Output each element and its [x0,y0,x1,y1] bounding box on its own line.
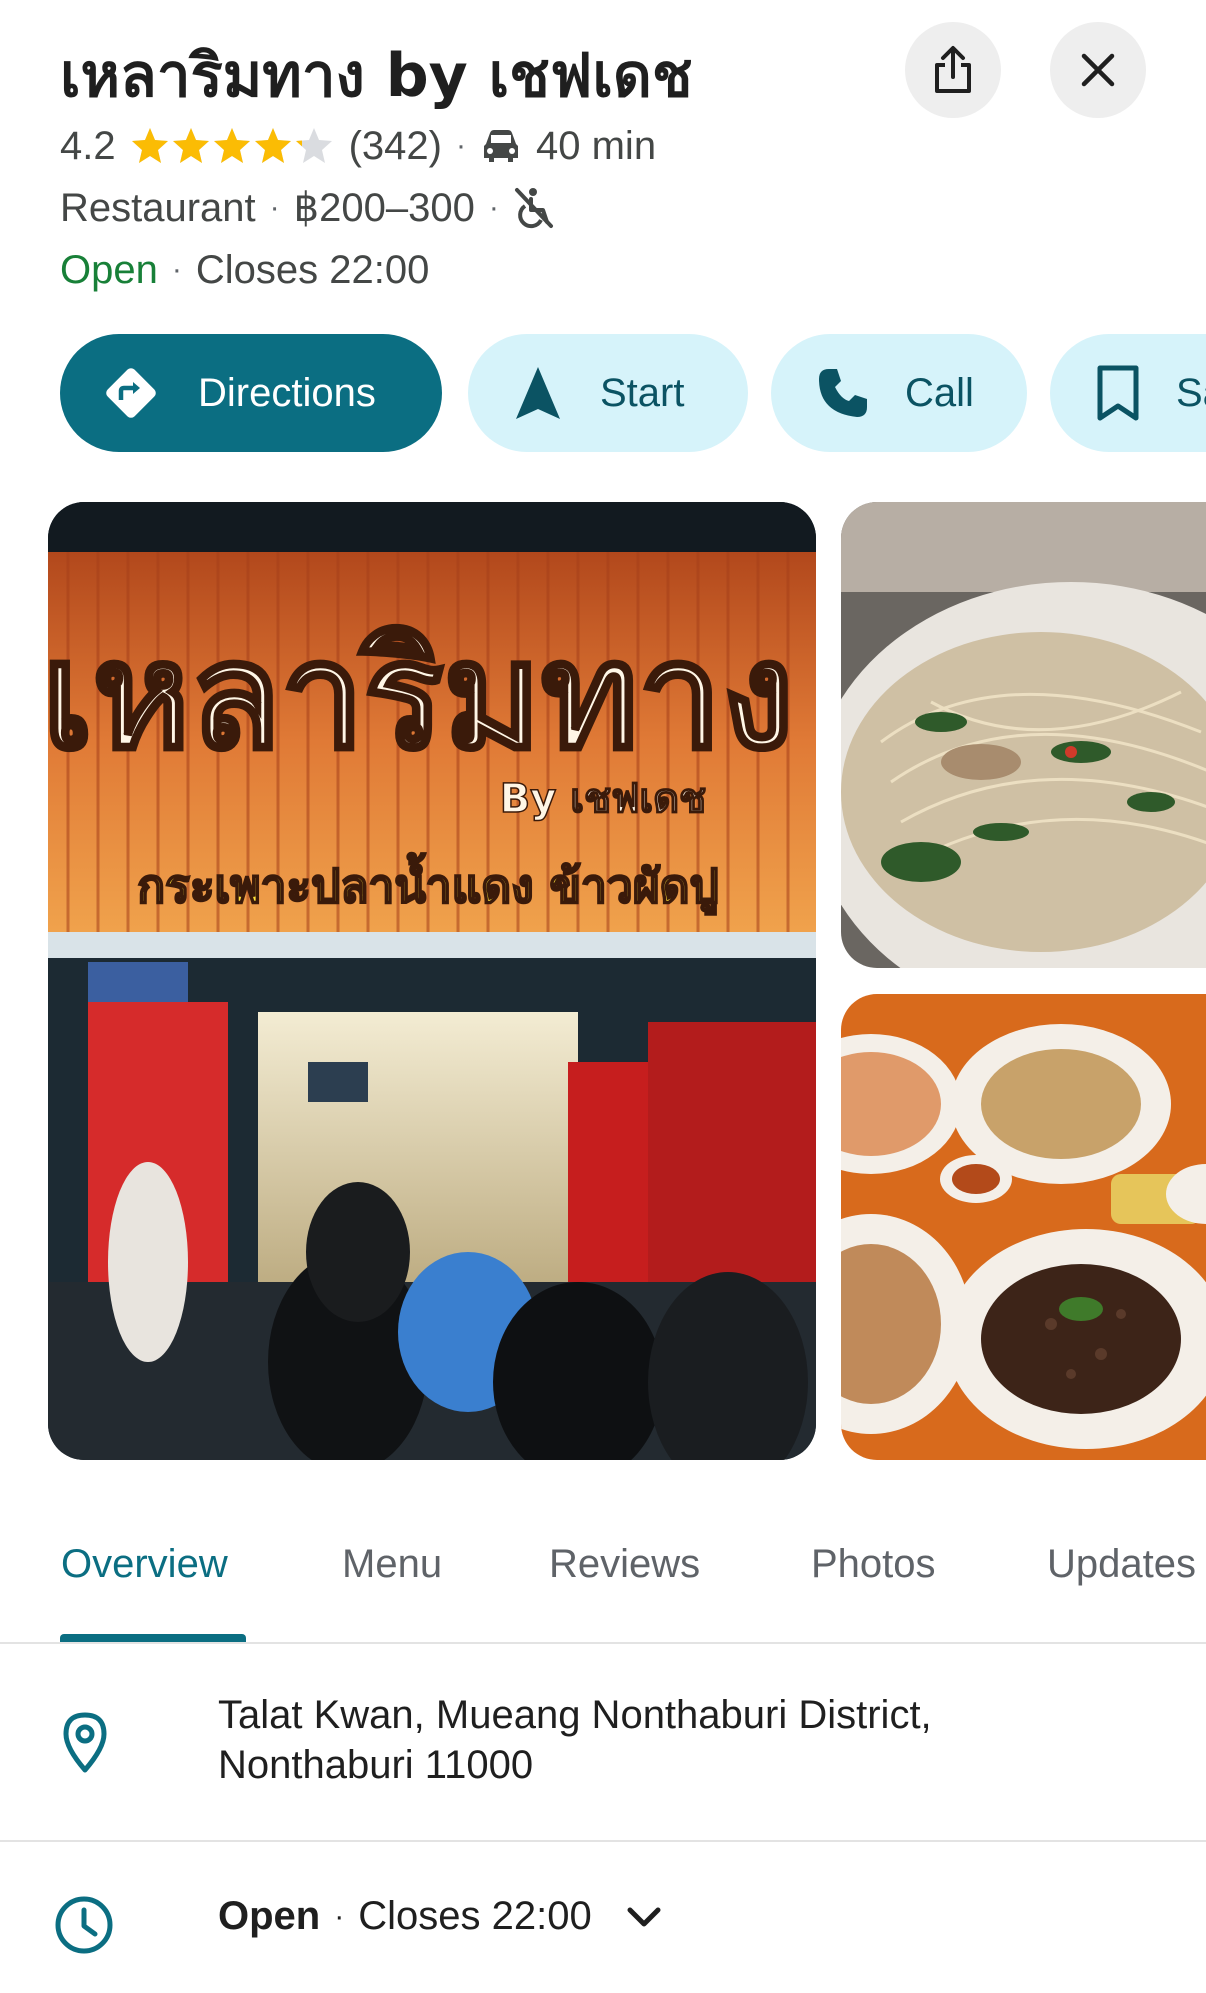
hours-summary: Open · Closes 22:00 [60,242,429,298]
separator: · [456,129,466,162]
close-icon [1081,53,1115,87]
dishes-spread-photo[interactable] [841,994,1206,1460]
hours-text: Open · Closes 22:00 [218,1894,662,1939]
star-icon [131,128,168,163]
address-text: Talat Kwan, Mueang Nonthaburi District, … [218,1690,932,1790]
directions-icon [100,362,162,424]
tab-reviews[interactable]: Reviews [549,1542,700,1587]
start-label: Start [600,370,685,415]
category: Restaurant [60,185,256,230]
dishes-spread-image [841,994,1206,1460]
storefront-photo[interactable]: เหลาริมทาง By เชฟเดช กระเพาะปลาน้ำแดง ข้… [48,502,816,1460]
directions-label: Directions [198,370,376,415]
directions-button[interactable]: Directions [60,334,442,452]
rating-value: 4.2 [60,123,116,168]
tab-overview[interactable]: Overview [61,1542,228,1587]
hours-closing-time: Closes 22:00 [358,1894,592,1938]
sign-tagline-text: กระเพาะปลาน้ำแดง ข้าวผัดปู [137,852,718,915]
close-button[interactable] [1050,22,1146,118]
navigation-arrow-icon [514,365,562,421]
hours-row[interactable]: Open · Closes 22:00 [0,1842,1206,1993]
tab-bar: Overview Menu Reviews Photos Updates [0,1510,1206,1644]
place-title: เหลาริมทาง by เชฟเดช [60,41,693,111]
call-label: Call [905,370,974,415]
clock-icon [55,1896,113,1954]
not-wheelchair-accessible-icon [514,188,553,229]
storefront-image: เหลาริมทาง By เชฟเดช กระเพาะปลาน้ำแดง ข้… [48,502,816,1460]
price-range: ฿200–300 [293,186,475,230]
phone-icon [815,365,871,421]
chevron-down-icon[interactable] [626,1906,662,1928]
star-icon [254,128,291,163]
sign-sub-text: By เชฟเดช [500,776,706,822]
location-pin-icon [63,1712,107,1773]
tab-updates[interactable]: Updates [1047,1542,1196,1587]
address-line-2: Nonthaburi 11000 [218,1743,534,1787]
address-row[interactable]: Talat Kwan, Mueang Nonthaburi District, … [0,1644,1206,1842]
call-button[interactable]: Call [771,334,1027,452]
tab-photos[interactable]: Photos [811,1542,936,1587]
open-status: Open [60,247,158,292]
bookmark-icon [1094,364,1142,422]
noodle-dish-image [841,502,1206,968]
travel-time: 40 min [536,123,657,168]
sign-main-text: เหลาริมทาง [48,610,794,782]
separator: · [269,191,280,224]
rating-row: 4.2 (342) · 40 min [60,118,656,174]
review-count[interactable]: (342) [349,124,442,169]
star-icon [172,128,209,163]
address-line-1: Talat Kwan, Mueang Nonthaburi District, [218,1693,932,1737]
save-label: Save [1176,370,1206,415]
noodle-dish-photo[interactable] [841,502,1206,968]
category-row: Restaurant · ฿200–300 · [60,180,555,236]
separator: · [171,253,182,286]
separator: · [334,1899,345,1933]
save-button[interactable]: Save [1050,334,1206,452]
share-button[interactable] [905,22,1001,118]
star-icon [213,128,250,163]
closing-time: Closes 22:00 [195,247,430,292]
action-bar: Directions Start Call Save [60,334,1206,454]
photo-gallery: เหลาริมทาง By เชฟเดช กระเพาะปลาน้ำแดง ข้… [48,502,1206,1462]
start-button[interactable]: Start [468,334,748,452]
hours-open-status: Open [218,1894,321,1938]
active-tab-indicator [60,1634,246,1642]
separator: · [488,191,499,224]
star-icon [295,128,332,163]
share-icon [935,46,971,93]
car-icon [484,130,518,162]
star-rating [130,126,335,166]
tab-menu[interactable]: Menu [342,1542,442,1587]
place-header: เหลาริมทาง by เชฟเดช 4.2 (342) · 40 min … [0,0,1206,330]
